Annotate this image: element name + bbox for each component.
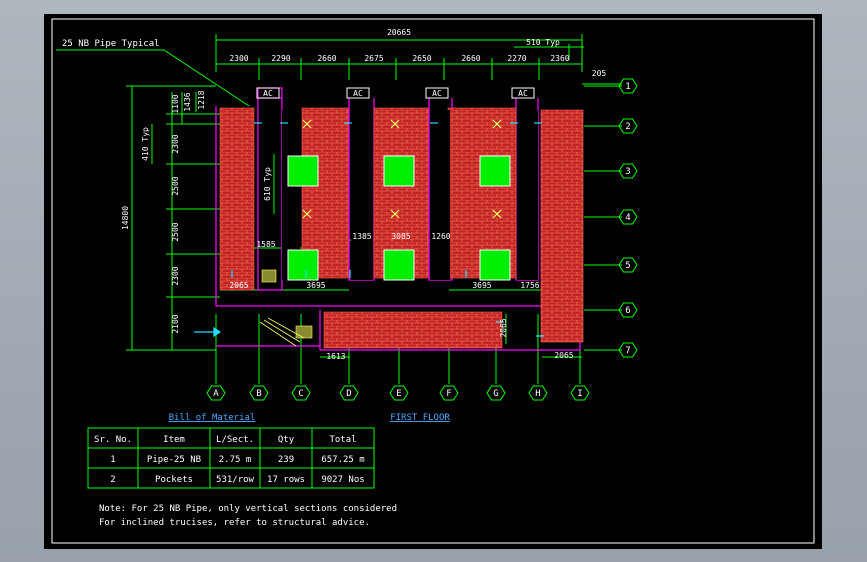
dim-410-typ: 410 Typ <box>141 127 150 161</box>
ac-label: AC <box>353 89 363 98</box>
bom-cell: 2.75 m <box>219 455 252 465</box>
dim-inner: 2065 <box>554 351 573 360</box>
dim-overall-width: 20665 <box>387 28 411 37</box>
dim-bay: 2660 <box>317 54 336 63</box>
drawing-title: FIRST FLOOR <box>390 413 450 423</box>
dim-bay: 2650 <box>412 54 431 63</box>
bom-cell: 17 rows <box>267 475 305 485</box>
bom-title: Bill of Material <box>169 413 256 423</box>
grid-col-label: C <box>298 389 303 399</box>
dim-typ-spacing: 510 Typ <box>526 38 560 47</box>
bom-cell: 9027 Nos <box>321 475 364 485</box>
ac-label: AC <box>518 89 528 98</box>
grid-col-label: E <box>396 389 401 399</box>
grid-col-label: A <box>213 389 219 399</box>
bom-header-cell: Total <box>329 435 356 445</box>
grid-row-bubbles: 1 2 3 4 5 6 7 <box>618 78 638 358</box>
dim-left: 1436 <box>183 92 192 111</box>
grid-col-label: F <box>446 389 451 399</box>
dim-inner: 1260 <box>431 232 450 241</box>
dim-left: 1100 <box>171 94 180 113</box>
bom-cell: 239 <box>278 455 294 465</box>
grid-row-label: 6 <box>625 306 630 316</box>
dim-left: 2500 <box>171 222 180 241</box>
stair-hatch <box>261 269 277 283</box>
bom-cell: Pockets <box>155 475 193 485</box>
grid-row-label: 7 <box>625 346 630 356</box>
ac-label: AC <box>432 89 442 98</box>
dim-left: 2100 <box>171 314 180 333</box>
dim-inner: 2065 <box>229 281 248 290</box>
dim-inner: 3695 <box>472 281 491 290</box>
pipe-callout: 25 NB Pipe Typical <box>62 39 160 49</box>
bom-cell: 2 <box>110 475 115 485</box>
dim-bay: 2360 <box>550 54 569 63</box>
dim-bay: 2270 <box>507 54 526 63</box>
floor-plan-drawing[interactable]: AC AC AC AC 20665 510 Typ 205 2300 2290 … <box>44 14 822 549</box>
bom-cell: Pipe-25 NB <box>147 455 201 465</box>
grid-row-label: 3 <box>625 167 630 177</box>
dim-left: 2300 <box>171 134 180 153</box>
dim-bay: 2660 <box>461 54 480 63</box>
dim-inner: 1756 <box>520 281 539 290</box>
drawing-frame: AC AC AC AC 20665 510 Typ 205 2300 2290 … <box>44 14 822 549</box>
grid-column-bubbles: A B C D E F G H I <box>206 385 590 401</box>
grid-col-label: G <box>493 389 498 399</box>
dim-bay: 2675 <box>364 54 383 63</box>
bom-header-cell: L/Sect. <box>216 435 254 445</box>
note-line: For inclined trucises, refer to structur… <box>99 518 370 528</box>
bom-table: Sr. No. Item L/Sect. Qty Total 1 Pipe-25… <box>87 427 375 489</box>
dim-inner-vertical: 2065 <box>499 318 508 337</box>
dim-610-typ: 610 Typ <box>263 167 272 201</box>
grid-row-label: 4 <box>625 213 630 223</box>
dim-inner: 1613 <box>326 352 345 361</box>
stair-hatch-2 <box>295 325 313 339</box>
grid-col-label: I <box>577 389 582 399</box>
bom-cell: 1 <box>110 455 115 465</box>
bom-header-cell: Item <box>163 435 185 445</box>
dim-bay: 2300 <box>229 54 248 63</box>
grid-row-label: 5 <box>625 261 630 271</box>
bom-header-cell: Qty <box>278 435 295 445</box>
ac-boxes <box>256 87 535 99</box>
dim-left: 2300 <box>171 266 180 285</box>
grid-col-label: H <box>535 389 540 399</box>
bom-header-cell: Sr. No. <box>94 435 132 445</box>
bom-cell: 531/row <box>216 475 255 485</box>
dim-bay: 2290 <box>271 54 290 63</box>
dim-overall-height: 14800 <box>121 206 130 230</box>
dim-inner: 3695 <box>306 281 325 290</box>
dim-inner: 1385 <box>352 232 371 241</box>
grid-row-label: 1 <box>625 82 630 92</box>
ac-label: AC <box>263 89 273 98</box>
note-line: Note: For 25 NB Pipe, only vertical sect… <box>99 504 397 514</box>
dim-right-offset: 205 <box>592 69 607 78</box>
bom-cell: 657.25 m <box>321 455 364 465</box>
dim-left: 1218 <box>197 90 206 109</box>
grid-row-label: 2 <box>625 122 630 132</box>
dim-inner: 3085 <box>391 232 410 241</box>
dim-left: 2500 <box>171 176 180 195</box>
grid-col-label: B <box>256 389 261 399</box>
dim-inner: 1585 <box>256 240 275 249</box>
grid-col-label: D <box>346 389 351 399</box>
